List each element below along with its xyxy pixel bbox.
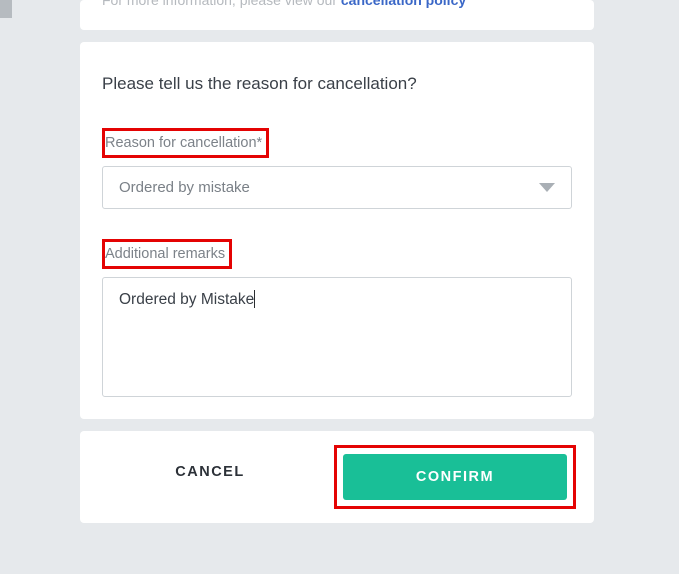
button-row: CANCEL CONFIRM — [80, 431, 594, 523]
info-card: For more information, please view our ca… — [80, 0, 594, 30]
chevron-down-icon — [539, 183, 555, 192]
cancellation-form-card: Please tell us the reason for cancellati… — [80, 42, 594, 419]
info-text: For more information, please view our ca… — [102, 0, 466, 8]
window-edge-strip — [0, 0, 12, 18]
reason-selected-value: Ordered by mistake — [119, 179, 250, 196]
confirm-button-highlight: CONFIRM — [334, 445, 576, 509]
reason-label: Reason for cancellation* — [102, 128, 269, 158]
page-container: For more information, please view our ca… — [0, 0, 679, 523]
text-caret — [254, 290, 255, 308]
remarks-label: Additional remarks — [102, 239, 232, 269]
form-heading: Please tell us the reason for cancellati… — [102, 74, 572, 94]
cancellation-policy-link[interactable]: cancellation policy — [341, 0, 466, 8]
confirm-button[interactable]: CONFIRM — [343, 454, 567, 500]
info-prefix: For more information, please view our — [102, 0, 341, 8]
remarks-value: Ordered by Mistake — [119, 291, 254, 308]
cancel-button[interactable]: CANCEL — [98, 445, 322, 499]
reason-select[interactable]: Ordered by mistake — [102, 166, 572, 209]
remarks-textarea[interactable]: Ordered by Mistake — [102, 277, 572, 397]
